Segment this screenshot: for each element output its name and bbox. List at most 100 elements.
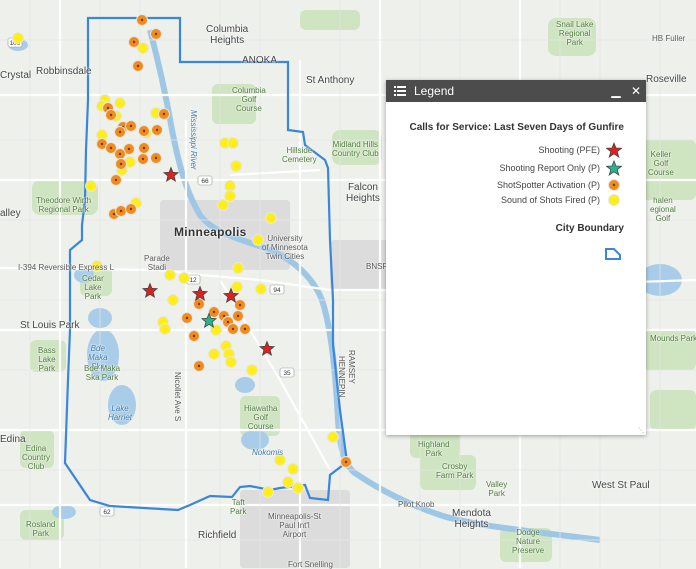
label-lake-nokomis-label: Nokomis: [252, 448, 284, 457]
label-bass-lake: Bass Lake Park: [38, 346, 56, 373]
shotspotter-marker[interactable]: [150, 28, 162, 40]
label-hb-fuller: HB Fuller: [652, 34, 686, 43]
shotspotter-marker[interactable]: [151, 124, 163, 136]
shotspotter-marker[interactable]: [128, 36, 140, 48]
shotspotter-marker[interactable]: [340, 456, 352, 468]
route-66-shield-icon: 66: [197, 175, 213, 186]
label-st-anthony: St Anthony: [306, 75, 355, 86]
shotspotter-marker[interactable]: [105, 109, 117, 121]
label-taft-park: Taft Park: [230, 498, 247, 516]
label-columbia-golf: Columbia Golf Course: [232, 86, 266, 113]
legend-panel[interactable]: Legend ▁ ✕ Calls for Service: Last Seven…: [386, 80, 646, 435]
label-bnsf: BNSF: [366, 262, 388, 271]
sound-of-shots-marker[interactable]: [225, 356, 237, 368]
legend-item-shotspotter: ShotSpotter Activation (P): [497, 177, 624, 193]
label-phalen: halen egional Golf: [650, 196, 676, 223]
label-mississippi-river: Mississippi River: [189, 110, 198, 170]
sound-of-shots-marker[interactable]: [292, 482, 304, 494]
teal-star-icon: [604, 160, 624, 176]
shotspotter-marker[interactable]: [227, 323, 239, 335]
sound-of-shots-marker[interactable]: [114, 97, 126, 109]
shotspotter-marker[interactable]: [239, 323, 251, 335]
shotspotter-marker[interactable]: [114, 148, 126, 160]
shotspotter-marker[interactable]: [234, 299, 246, 311]
label-mendota-heights: Mendota Heights: [452, 508, 491, 530]
sound-of-shots-marker[interactable]: [12, 32, 24, 44]
legend-item-report-only: Shooting Report Only (P): [499, 160, 624, 176]
shotspotter-marker[interactable]: [114, 126, 126, 138]
label-midland-hills: Midland Hills Country Club: [332, 140, 379, 158]
label-hiawatha-golf: Hiawatha Golf Course: [244, 404, 278, 431]
label-highland-park: Highland Park: [418, 440, 450, 458]
legend-item-label: Shooting Report Only (P): [499, 163, 600, 173]
legend-item-shooting: Shooting (PFE): [538, 142, 624, 158]
sound-of-shots-marker[interactable]: [167, 294, 179, 306]
shotspotter-marker[interactable]: [132, 60, 144, 72]
shotspotter-marker[interactable]: [193, 298, 205, 310]
sound-of-shots-marker[interactable]: [230, 160, 242, 172]
svg-text:62: 62: [103, 509, 111, 516]
yellow-dot-icon: [604, 192, 624, 208]
legend-item-sound: Sound of Shots Fired (P): [501, 192, 624, 208]
sound-of-shots-marker[interactable]: [255, 283, 267, 295]
shotspotter-marker[interactable]: [158, 108, 170, 120]
shotspotter-marker[interactable]: [232, 310, 244, 322]
legend-menu-icon[interactable]: [386, 86, 414, 96]
close-button[interactable]: ✕: [626, 84, 646, 98]
label-university: University of Minnesota Twin Cities: [262, 234, 308, 261]
label-richfield: Richfield: [198, 530, 237, 541]
sound-of-shots-marker[interactable]: [159, 323, 171, 335]
label-pilot-knob: Pilot Knob: [398, 500, 435, 509]
label-st-louis-park: St Louis Park: [20, 320, 80, 331]
shotspotter-marker[interactable]: [181, 312, 193, 324]
label-mounds-park: Mounds Park: [650, 334, 696, 343]
shotspotter-marker[interactable]: [125, 120, 137, 132]
sound-of-shots-marker[interactable]: [265, 212, 277, 224]
boundary-swatch-icon: [604, 247, 622, 266]
sound-of-shots-marker[interactable]: [217, 199, 229, 211]
sound-of-shots-marker[interactable]: [282, 476, 294, 488]
shotspotter-marker[interactable]: [137, 153, 149, 165]
sound-of-shots-marker[interactable]: [227, 137, 239, 149]
label-lake-harriet: Lake Harriet: [108, 404, 133, 422]
label-robbinsdale: Robbinsdale: [36, 66, 92, 77]
shotspotter-marker[interactable]: [138, 142, 150, 154]
sound-of-shots-marker[interactable]: [178, 272, 190, 284]
shotspotter-marker[interactable]: [188, 330, 200, 342]
sound-of-shots-marker[interactable]: [232, 262, 244, 274]
sound-of-shots-marker[interactable]: [208, 348, 220, 360]
sound-of-shots-marker[interactable]: [246, 364, 258, 376]
label-valley: alley: [0, 208, 21, 219]
shotspotter-marker[interactable]: [115, 205, 127, 217]
label-roseville: Roseville: [646, 74, 687, 85]
sound-of-shots-marker[interactable]: [224, 180, 236, 192]
shotspotter-marker[interactable]: [193, 360, 205, 372]
shotspotter-marker[interactable]: [150, 152, 162, 164]
sound-of-shots-marker[interactable]: [231, 281, 243, 293]
shotspotter-marker[interactable]: [110, 174, 122, 186]
label-hennepin: HENNEPIN: [337, 356, 346, 398]
label-bde-maka-ska-park: Bde Maka Ska Park: [84, 364, 121, 382]
list-icon: [394, 86, 406, 96]
minimize-button[interactable]: ▁: [606, 84, 626, 98]
label-edina-cc: Edina Country Club: [22, 444, 51, 471]
sound-of-shots-marker[interactable]: [262, 486, 274, 498]
shotspotter-marker[interactable]: [138, 125, 150, 137]
label-nicollet-ave: Nicollet Ave S: [173, 372, 182, 422]
route-62-shield-icon: 62: [99, 506, 115, 517]
shotspotter-marker[interactable]: [125, 203, 137, 215]
orange-dot-icon: [604, 177, 624, 193]
sound-of-shots-marker[interactable]: [85, 180, 97, 192]
shotspotter-marker[interactable]: [115, 158, 127, 170]
sound-of-shots-marker[interactable]: [327, 431, 339, 443]
shotspotter-marker[interactable]: [136, 14, 148, 26]
route-94-shield-icon: 94: [269, 284, 285, 295]
legend-item-label: Shooting (PFE): [538, 145, 600, 155]
resize-handle-icon[interactable]: ⋱: [638, 427, 644, 434]
label-minneapolis: Minneapolis: [174, 225, 247, 239]
legend-item-label: Sound of Shots Fired (P): [500, 195, 600, 205]
sound-of-shots-marker[interactable]: [287, 463, 299, 475]
sound-of-shots-marker[interactable]: [224, 190, 236, 202]
label-cedar-lake: Cedar Lake Park: [82, 274, 104, 301]
label-keller-golf: Keller Golf Course: [648, 150, 674, 177]
